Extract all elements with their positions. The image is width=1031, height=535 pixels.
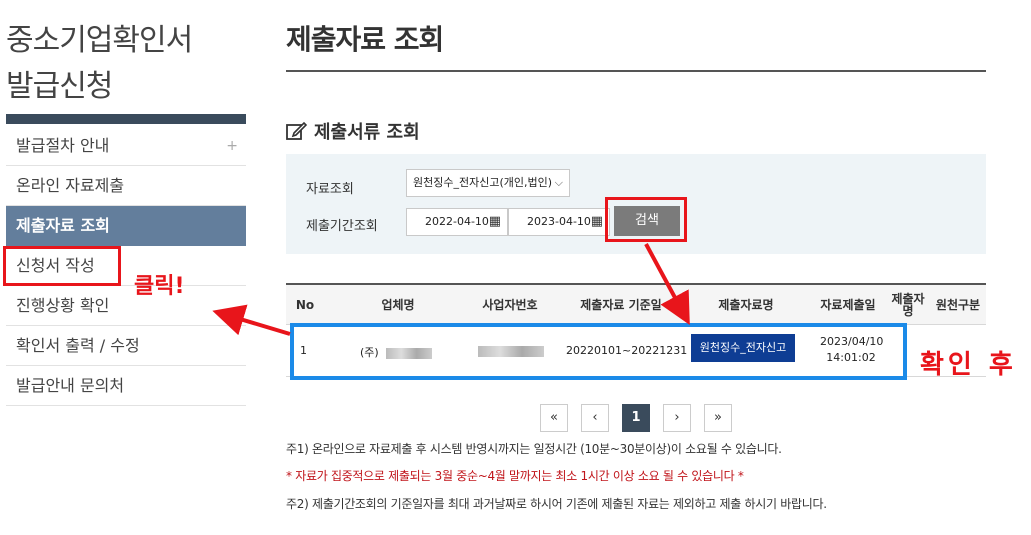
- arrow-row-to-sidebar: [212, 304, 291, 336]
- annotation-arrows: [212, 243, 690, 336]
- arrow-search-to-row: [644, 243, 690, 326]
